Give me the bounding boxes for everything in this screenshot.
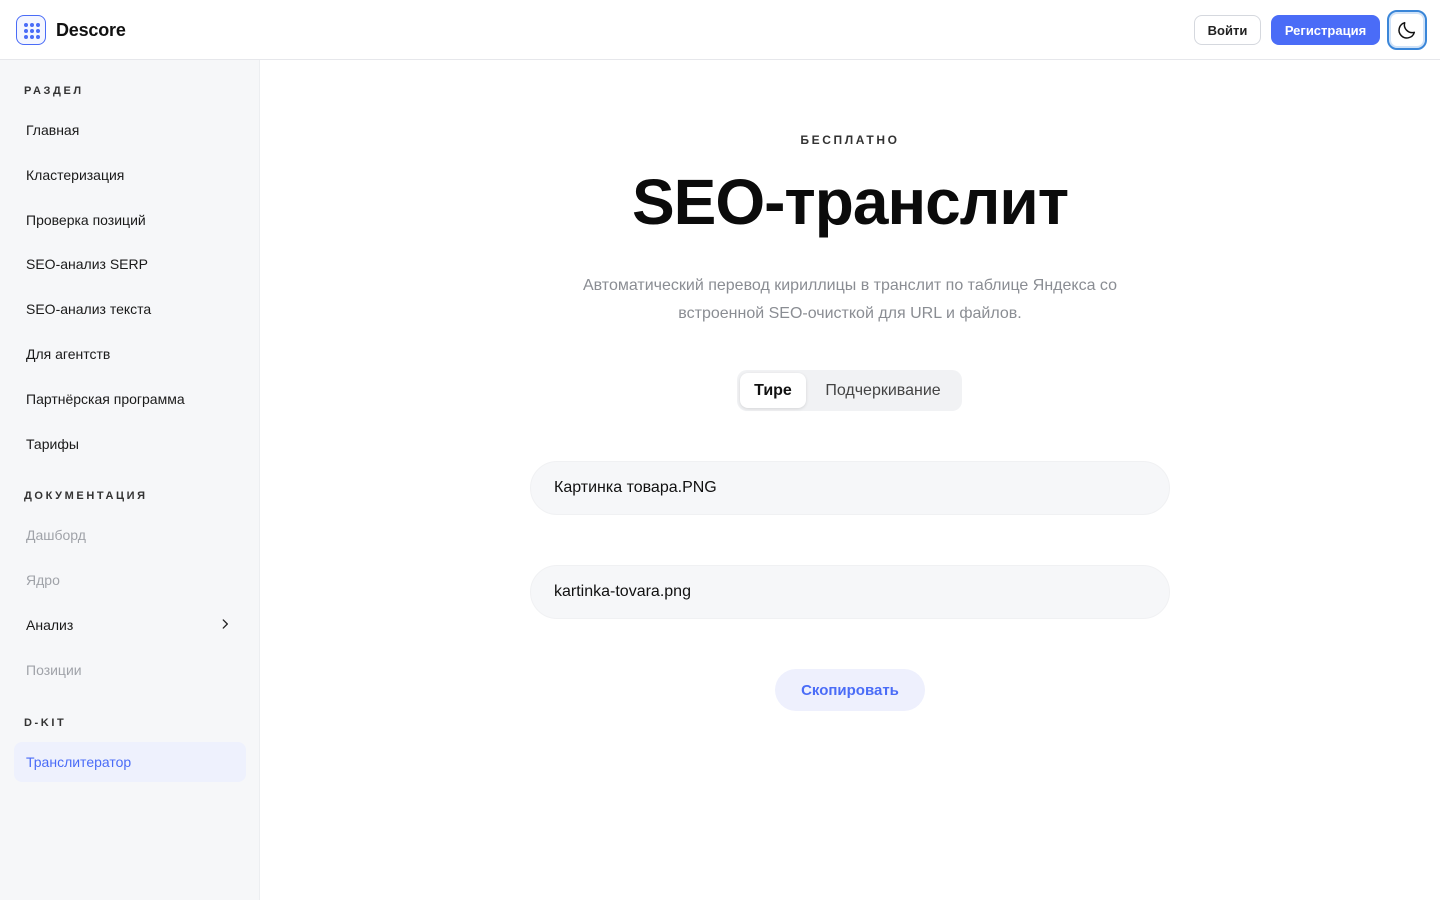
page-title: SEO-транслит — [631, 166, 1069, 238]
top-header: Descore Войти Регистрация — [0, 0, 1440, 60]
sidebar-section-title: Раздел — [24, 85, 84, 97]
sidebar-item-position-check[interactable]: Проверка позиций — [14, 200, 246, 240]
brand-logo[interactable]: Descore — [16, 14, 126, 46]
sidebar-item-positions[interactable]: Позиции — [14, 650, 246, 690]
chevron-right-icon — [222, 619, 228, 629]
theme-toggle-button[interactable] — [1387, 10, 1427, 50]
sidebar-item-transliterator[interactable]: Транслитератор — [14, 742, 246, 782]
transliterated-output[interactable]: kartinka-tovara.png — [530, 565, 1170, 619]
subtitle-line: Автоматический перевод кириллицы в транс… — [582, 277, 1117, 294]
sidebar-item-pricing[interactable]: Тарифы — [14, 424, 246, 464]
sidebar-item-label: Анализ — [26, 617, 74, 633]
sidebar-item-serp-analysis[interactable]: SEO-анализ SERP — [14, 244, 246, 284]
sidebar-item-core[interactable]: Ядро — [14, 560, 246, 600]
subtitle-line: встроенной SEO-очисткой для URL и файлов… — [678, 305, 1022, 322]
sidebar-item-home[interactable]: Главная — [14, 110, 246, 150]
source-text-input[interactable]: Картинка товара.PNG — [530, 461, 1170, 515]
brand-name: Descore — [56, 19, 126, 40]
tab-underscore[interactable]: Подчеркивание — [808, 373, 958, 408]
tab-dash[interactable]: Тире — [740, 373, 806, 408]
sidebar-item-text-analysis[interactable]: SEO-анализ текста — [14, 289, 246, 329]
copy-button[interactable]: Скопировать — [775, 669, 925, 711]
sidebar-item-partner-program[interactable]: Партнёрская программа — [14, 379, 246, 419]
sidebar-item-dashboard[interactable]: Дашборд — [14, 515, 246, 555]
sidebar-section-title: D-KIT — [24, 717, 67, 729]
grid-dots-icon — [16, 15, 46, 45]
eyebrow-label: БЕСПЛАТНО — [800, 133, 900, 147]
sidebar-item-analysis[interactable]: Анализ — [14, 605, 246, 645]
sidebar-item-agencies[interactable]: Для агентств — [14, 334, 246, 374]
sidebar-section-title: Документация — [24, 490, 148, 502]
separator-toggle: Тире Подчеркивание — [737, 370, 962, 411]
page-subtitle: Автоматический перевод кириллицы в транс… — [540, 272, 1160, 328]
sidebar: Раздел Главная Кластеризация Проверка по… — [0, 60, 260, 900]
login-button[interactable]: Войти — [1194, 15, 1261, 45]
sidebar-item-clustering[interactable]: Кластеризация — [14, 155, 246, 195]
register-button[interactable]: Регистрация — [1271, 15, 1380, 45]
moon-icon — [1398, 21, 1416, 39]
